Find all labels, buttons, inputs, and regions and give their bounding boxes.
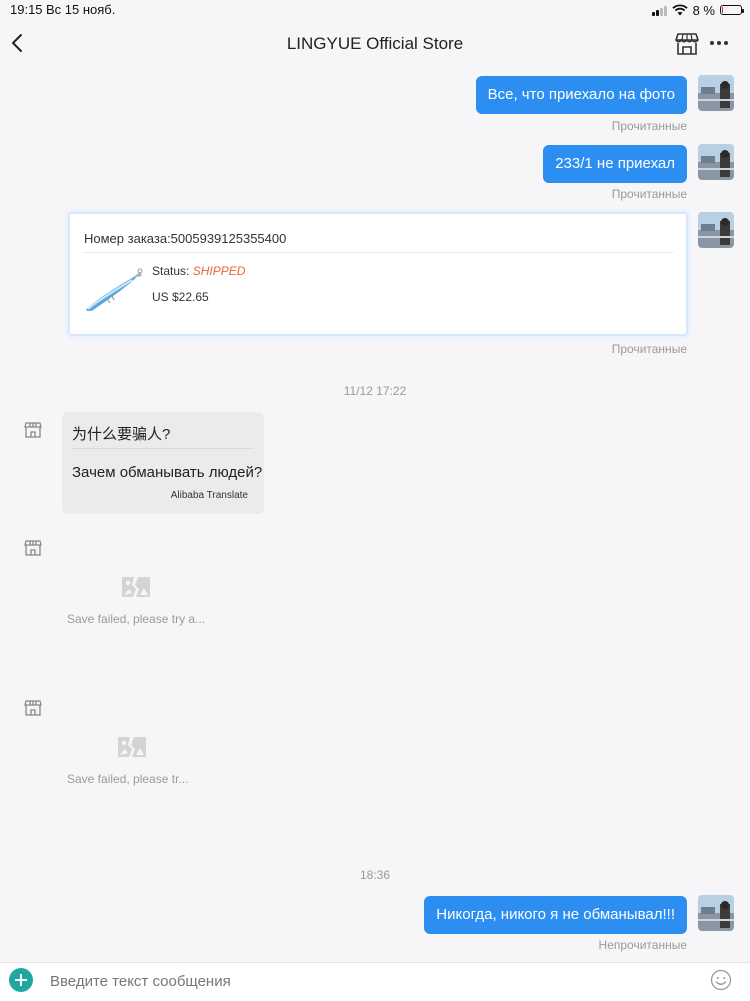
status-indicators: 8 % [651,2,744,18]
image-error-text: Save failed, please try a... [67,612,206,626]
chat-timestamp: 18:36 [359,868,391,882]
message-original-text: 为什么要骗人? [72,426,171,443]
ellipsis-icon[interactable] [706,34,732,52]
broken-image-icon[interactable] [120,574,152,600]
image-error-text: Save failed, please tr... [67,772,189,786]
read-status: Прочитанные [611,119,687,133]
status-date: Вс 15 нояб. [46,2,116,17]
message-bubble-incoming[interactable]: 为什么要骗人? Зачем обманывать людей? Alibaba … [62,412,264,514]
add-attachment-button[interactable] [9,968,33,992]
cellular-signal-icon [651,5,667,16]
order-number: Номер заказа:5005939125355400 [84,231,287,246]
chat-timestamp: 11/12 17:22 [343,384,407,398]
divider [82,252,674,253]
avatar[interactable] [698,895,734,931]
message-bubble-outgoing[interactable]: Все, что приехало на фото [475,76,687,114]
order-status: Status: SHIPPED [152,264,246,278]
shop-avatar-icon[interactable] [24,421,42,439]
storefront-icon[interactable] [674,31,700,57]
read-status: Прочитанные [611,187,687,201]
battery-icon [720,5,744,15]
message-translation: Зачем обманывать людей? [72,464,263,481]
avatar[interactable] [698,75,734,111]
order-price: US $22.65 [152,290,209,304]
shop-avatar-icon[interactable] [24,539,42,557]
emoji-icon[interactable] [710,969,732,991]
product-thumbnail [86,268,143,312]
divider [72,448,254,449]
battery-level [722,7,723,13]
message-input[interactable] [42,966,702,996]
order-card[interactable]: Номер заказа:5005939125355400 Status: SH… [68,212,688,336]
read-status: Непрочитанные [598,938,687,952]
status-time: 19:15 [10,2,43,17]
read-status: Прочитанные [611,342,687,356]
broken-image-icon[interactable] [116,734,148,760]
message-bubble-outgoing[interactable]: Никогда, никого я не обманывал!!! [424,896,687,934]
battery-percent: 8 % [692,2,715,18]
message-bubble-outgoing[interactable]: 233/1 не приехал [543,145,687,183]
shop-avatar-icon[interactable] [24,699,42,717]
page-title: LINGYUE Official Store [286,34,464,53]
avatar[interactable] [698,212,734,248]
status-badge: SHIPPED [192,264,246,278]
avatar[interactable] [698,144,734,180]
translation-attribution: Alibaba Translate [170,490,248,501]
wifi-icon [671,4,688,16]
